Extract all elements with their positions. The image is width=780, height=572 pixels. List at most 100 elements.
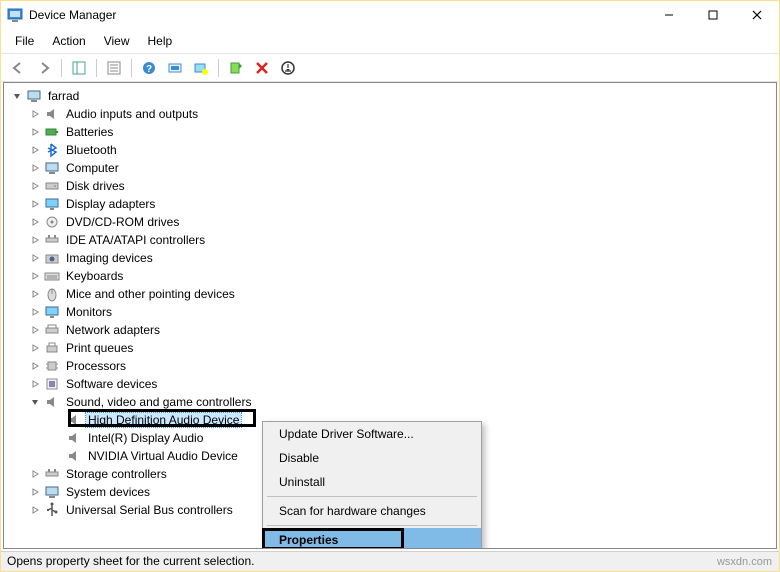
category-icon xyxy=(44,466,60,482)
tree-root[interactable]: farrad xyxy=(6,87,774,105)
back-button[interactable] xyxy=(7,57,29,79)
menu-file[interactable]: File xyxy=(7,31,42,51)
tree-item-software-devices[interactable]: Software devices xyxy=(6,375,774,393)
update-driver-button[interactable] xyxy=(190,57,212,79)
tree-item-bluetooth[interactable]: Bluetooth xyxy=(6,141,774,159)
statusbar-text: Opens property sheet for the current sel… xyxy=(7,554,254,568)
tree-item-label: Universal Serial Bus controllers xyxy=(64,503,235,517)
forward-button[interactable] xyxy=(33,57,55,79)
expand-icon[interactable] xyxy=(28,179,42,193)
root-label: farrad xyxy=(46,89,81,103)
tree-item-ide-ata-atapi-controllers[interactable]: IDE ATA/ATAPI controllers xyxy=(6,231,774,249)
device-manager-window: Device Manager File Action View Help xyxy=(0,0,780,572)
context-scan[interactable]: Scan for hardware changes xyxy=(263,499,481,523)
expand-icon[interactable] xyxy=(28,161,42,175)
expand-icon[interactable] xyxy=(28,395,42,409)
tree-item-audio-inputs-and-outputs[interactable]: Audio inputs and outputs xyxy=(6,105,774,123)
expand-icon[interactable] xyxy=(28,107,42,121)
scan-hardware-button[interactable] xyxy=(164,57,186,79)
tree-item-label: Print queues xyxy=(64,341,135,355)
expand-icon[interactable] xyxy=(28,341,42,355)
minimize-button[interactable] xyxy=(647,1,691,29)
expand-icon[interactable] xyxy=(28,467,42,481)
menubar: File Action View Help xyxy=(1,29,779,54)
context-disable[interactable]: Disable xyxy=(263,446,481,470)
tree-item-network-adapters[interactable]: Network adapters xyxy=(6,321,774,339)
statusbar: Opens property sheet for the current sel… xyxy=(1,551,779,571)
category-icon xyxy=(44,106,60,122)
expand-icon[interactable] xyxy=(28,485,42,499)
tree-item-label: IDE ATA/ATAPI controllers xyxy=(64,233,207,247)
tree-item-monitors[interactable]: Monitors xyxy=(6,303,774,321)
speaker-icon xyxy=(66,448,82,464)
expand-icon[interactable] xyxy=(28,377,42,391)
disable-button[interactable] xyxy=(277,57,299,79)
tree-item-label: DVD/CD-ROM drives xyxy=(64,215,181,229)
category-icon xyxy=(44,214,60,230)
tree-item-mice-and-other-pointing-devices[interactable]: Mice and other pointing devices xyxy=(6,285,774,303)
tree-item-imaging-devices[interactable]: Imaging devices xyxy=(6,249,774,267)
category-icon xyxy=(44,340,60,356)
category-icon xyxy=(44,286,60,302)
toolbar: ? xyxy=(1,54,779,82)
properties-button[interactable] xyxy=(103,57,125,79)
tree-item-processors[interactable]: Processors xyxy=(6,357,774,375)
tree-item-label: Batteries xyxy=(64,125,115,139)
enable-button[interactable] xyxy=(225,57,247,79)
computer-icon xyxy=(26,88,42,104)
tree-item-label: Processors xyxy=(64,359,128,373)
toolbar-separator xyxy=(218,59,219,77)
context-separator xyxy=(267,525,477,526)
category-icon xyxy=(44,196,60,212)
device-tree[interactable]: farrad Audio inputs and outputs Batterie… xyxy=(3,82,777,549)
window-controls xyxy=(647,1,779,29)
context-properties[interactable]: Properties xyxy=(263,528,481,549)
category-icon xyxy=(44,124,60,140)
context-uninstall[interactable]: Uninstall xyxy=(263,470,481,494)
category-icon xyxy=(44,160,60,176)
menu-view[interactable]: View xyxy=(96,31,138,51)
close-button[interactable] xyxy=(735,1,779,29)
maximize-button[interactable] xyxy=(691,1,735,29)
speaker-icon xyxy=(66,412,82,428)
category-icon xyxy=(44,232,60,248)
expand-icon[interactable] xyxy=(28,503,42,517)
tree-item-label: Mice and other pointing devices xyxy=(64,287,237,301)
context-update-driver[interactable]: Update Driver Software... xyxy=(263,422,481,446)
expand-icon[interactable] xyxy=(28,269,42,283)
expand-icon[interactable] xyxy=(28,305,42,319)
tree-item-dvd-cd-rom-drives[interactable]: DVD/CD-ROM drives xyxy=(6,213,774,231)
context-separator xyxy=(267,496,477,497)
expand-icon[interactable] xyxy=(28,215,42,229)
collapse-icon[interactable] xyxy=(10,89,24,103)
svg-text:?: ? xyxy=(146,64,152,75)
tree-item-label: Keyboards xyxy=(64,269,125,283)
tree-item-label: Disk drives xyxy=(64,179,127,193)
expand-icon[interactable] xyxy=(28,125,42,139)
tree-item-keyboards[interactable]: Keyboards xyxy=(6,267,774,285)
expand-icon[interactable] xyxy=(28,143,42,157)
expand-icon[interactable] xyxy=(28,359,42,373)
tree-item-print-queues[interactable]: Print queues xyxy=(6,339,774,357)
expand-icon xyxy=(50,449,64,463)
category-icon xyxy=(44,268,60,284)
tree-item-disk-drives[interactable]: Disk drives xyxy=(6,177,774,195)
show-hide-tree-button[interactable] xyxy=(68,57,90,79)
category-icon xyxy=(44,358,60,374)
tree-item-sound-video-and-game-controllers[interactable]: Sound, video and game controllers xyxy=(6,393,774,411)
toolbar-separator xyxy=(96,59,97,77)
expand-icon[interactable] xyxy=(28,323,42,337)
uninstall-button[interactable] xyxy=(251,57,273,79)
app-icon xyxy=(7,7,23,23)
help-button[interactable]: ? xyxy=(138,57,160,79)
tree-item-batteries[interactable]: Batteries xyxy=(6,123,774,141)
menu-action[interactable]: Action xyxy=(44,31,93,51)
tree-item-computer[interactable]: Computer xyxy=(6,159,774,177)
expand-icon[interactable] xyxy=(28,197,42,211)
tree-item-display-adapters[interactable]: Display adapters xyxy=(6,195,774,213)
expand-icon[interactable] xyxy=(28,251,42,265)
expand-icon[interactable] xyxy=(28,287,42,301)
category-icon xyxy=(44,502,60,518)
expand-icon[interactable] xyxy=(28,233,42,247)
menu-help[interactable]: Help xyxy=(140,31,181,51)
